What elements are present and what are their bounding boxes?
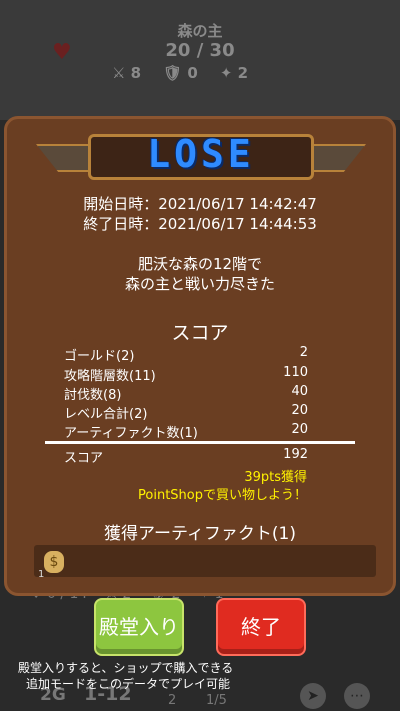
score-header: スコア: [171, 322, 229, 344]
score-row-value: 20: [291, 422, 308, 437]
score-row-value: 2: [299, 345, 308, 360]
score-row-label: レベル合計(2): [64, 407, 148, 422]
date-block: 開始日時：2021/06/17 14:42:47 終了日時：2021/06/17…: [0, 194, 400, 234]
score-row: ゴールド(2) 2: [64, 345, 308, 364]
lose-title: LOSE: [147, 132, 255, 176]
score-row-value: 40: [291, 384, 308, 399]
points-earned: 39pts獲得: [244, 470, 307, 485]
score-total-label: スコア: [64, 451, 104, 466]
enemy-area: ♥ 森の主 20 / 30 ⚔ 8 🛡 0 ✦ 2: [0, 0, 400, 120]
score-row: アーティファクト数(1) 20: [64, 422, 308, 441]
hall-of-fame-button[interactable]: 殿堂入り: [94, 598, 184, 656]
defeat-message-line2: 森の主と戦い力尽きた: [124, 275, 275, 293]
enemy-attack: ⚔ 8: [112, 64, 142, 82]
score-row: 討伐数(8) 40: [64, 384, 308, 403]
defeat-message-line1: 肥沃な森の12階で: [137, 255, 263, 273]
artifact-count: 1: [38, 569, 45, 580]
footer-count: 2: [168, 693, 177, 708]
note-line2: 追加モードをこのデータでプレイ可能: [26, 677, 231, 691]
compass-icon[interactable]: ➤: [300, 683, 326, 709]
score-row-value: 110: [283, 365, 308, 380]
score-row: レベル合計(2) 20: [64, 403, 308, 422]
score-row: 攻略階層数(11) 110: [64, 365, 308, 384]
result-banner: LOSE: [36, 130, 366, 184]
end-button[interactable]: 終了: [216, 598, 306, 656]
enemy-speed: ✦ 2: [219, 64, 249, 82]
score-row-value: 20: [291, 403, 308, 418]
end-datetime: 終了日時：2021/06/17 14:44:53: [83, 215, 317, 233]
pointshop-hint: PointShopで買い物しよう！: [138, 488, 307, 503]
score-total-row: スコア 192: [64, 447, 308, 466]
enemy-stats: ⚔ 8 🛡 0 ✦ 2: [112, 64, 248, 82]
score-row-label: 討伐数(8): [64, 388, 122, 403]
score-divider: [45, 441, 355, 444]
enemy-defense: 🛡 0: [163, 64, 198, 82]
score-row-label: ゴールド(2): [64, 349, 135, 364]
start-datetime: 開始日時：2021/06/17 14:42:47: [83, 195, 317, 213]
footer-page: 1/5: [206, 693, 227, 708]
score-total-value: 192: [283, 447, 308, 462]
artifact-header: 獲得アーティファクト(1): [103, 524, 297, 544]
score-row-label: アーティファクト数(1): [64, 426, 198, 441]
hall-of-fame-note: 殿堂入りすると、ショップで購入できる 追加モードをこのデータでプレイ可能: [18, 660, 233, 692]
enemy-name: 森の主: [177, 22, 223, 40]
score-row-label: 攻略階層数(11): [64, 369, 156, 384]
artifact-list: $ 1: [34, 545, 376, 580]
menu-dots-icon[interactable]: ⋯: [344, 683, 370, 709]
note-line1: 殿堂入りすると、ショップで購入できる: [18, 661, 234, 675]
defeat-message: 肥沃な森の12階で 森の主と戦い力尽きた: [0, 254, 400, 294]
enemy-hp: 20 / 30: [165, 40, 235, 61]
money-bag-icon[interactable]: $: [44, 551, 64, 573]
